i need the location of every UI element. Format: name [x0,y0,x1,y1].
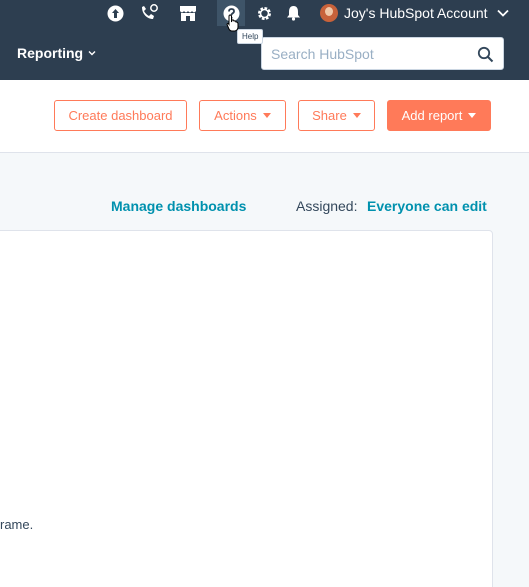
top-utility-bar: Joy's HubSpot Account [0,0,529,26]
caret-down-icon [468,113,477,118]
account-name: Joy's HubSpot Account [344,5,488,21]
account-menu[interactable]: Joy's HubSpot Account [320,2,510,24]
add-report-button[interactable]: Add report [387,100,491,131]
share-label: Share [312,108,347,123]
settings-gear-icon[interactable] [254,3,274,23]
chevron-down-icon [88,51,96,56]
search-input[interactable] [271,45,471,62]
caret-down-icon [352,113,361,118]
search-icon[interactable] [477,46,494,63]
report-body-text: rame. [0,517,34,532]
help-tooltip: Help [237,29,264,44]
actions-label: Actions [214,108,257,123]
create-dashboard-label: Create dashboard [68,108,173,123]
share-dropdown-button[interactable]: Share [298,100,375,131]
reporting-label: Reporting [17,45,84,61]
create-dashboard-button[interactable]: Create dashboard [54,100,187,131]
search-box[interactable] [261,37,504,70]
dashboard-action-bar: Create dashboard Actions Share Add repor… [0,80,529,153]
caret-down-icon [262,113,271,118]
marketplace-icon[interactable] [178,3,198,23]
dashboard-report-card [0,230,493,587]
assigned-permission-link[interactable]: Everyone can edit [367,198,487,214]
chevron-down-icon [496,9,509,17]
calling-icon[interactable] [139,3,159,23]
actions-dropdown-button[interactable]: Actions [199,100,286,131]
pointer-cursor-icon [226,14,239,32]
assigned-label: Assigned: [296,198,358,214]
manage-dashboards-link[interactable]: Manage dashboards [111,198,246,214]
avatar [320,4,338,22]
add-report-label: Add report [401,108,463,123]
reporting-menu[interactable]: Reporting [17,45,97,61]
upgrade-arrow-icon[interactable] [105,3,125,23]
notifications-bell-icon[interactable] [283,3,303,23]
